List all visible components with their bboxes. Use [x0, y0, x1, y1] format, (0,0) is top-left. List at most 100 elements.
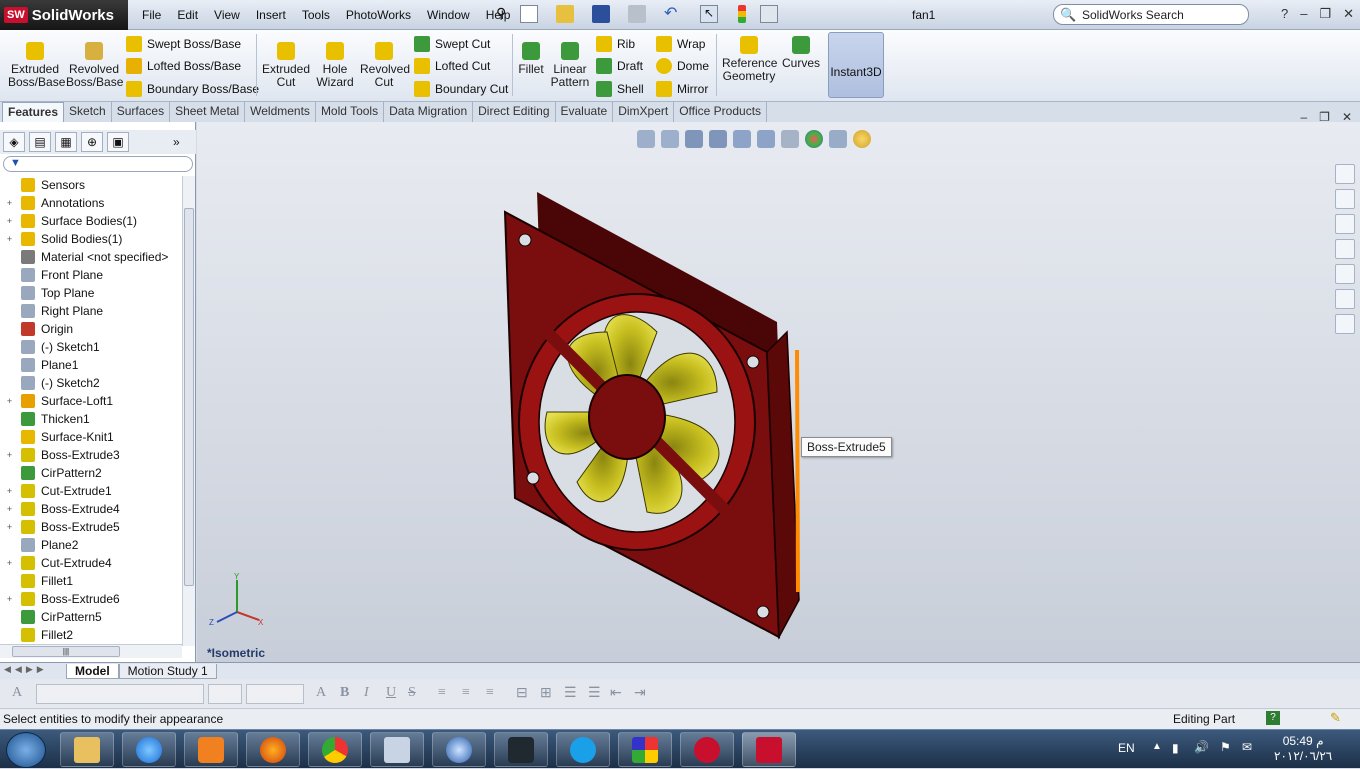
- property-manager-tab-icon[interactable]: ▤: [29, 132, 51, 152]
- quick-tips-icon[interactable]: ?: [1266, 711, 1280, 725]
- dimxpert-manager-tab-icon[interactable]: ⊕: [81, 132, 103, 152]
- tab-mold-tools[interactable]: Mold Tools: [316, 102, 385, 122]
- apply-scene-icon[interactable]: [829, 130, 847, 148]
- rebuild-status-icon[interactable]: ✎: [1330, 710, 1341, 726]
- open-folder-icon[interactable]: [556, 5, 574, 23]
- indent-icon[interactable]: ⇥: [634, 685, 646, 702]
- search-results-icon[interactable]: [1335, 239, 1355, 259]
- solidworks-logo[interactable]: SW SolidWorks: [0, 0, 128, 30]
- tab-evaluate[interactable]: Evaluate: [556, 102, 614, 122]
- tab-weldments[interactable]: Weldments: [245, 102, 316, 122]
- dome-button[interactable]: Dome: [656, 58, 709, 74]
- view-palette-icon[interactable]: [1335, 264, 1355, 284]
- tree-item[interactable]: (-) Sketch2: [0, 374, 182, 392]
- appearances-icon[interactable]: [1335, 289, 1355, 309]
- configuration-manager-tab-icon[interactable]: ▦: [55, 132, 77, 152]
- flag-icon[interactable]: ⚑: [1220, 740, 1231, 754]
- lofted-cut-button[interactable]: Lofted Cut: [414, 58, 490, 74]
- swept-cut-button[interactable]: Swept Cut: [414, 36, 490, 52]
- feature-manager-tab-icon[interactable]: ◈: [3, 132, 25, 152]
- scroll-thumb[interactable]: |||: [12, 646, 120, 657]
- revolved-cut-button[interactable]: Revolved Cut: [360, 42, 410, 89]
- solidworks-resources-icon[interactable]: [1335, 164, 1355, 184]
- tab-data-migration[interactable]: Data Migration: [384, 102, 474, 122]
- tree-item[interactable]: Fillet2: [0, 626, 182, 642]
- curves-button[interactable]: Curves: [782, 36, 820, 70]
- restore-icon[interactable]: ❐: [1319, 6, 1331, 22]
- menu-window[interactable]: Window: [419, 8, 478, 22]
- spacing-icon[interactable]: ⊟: [516, 685, 528, 702]
- extruded-boss-button[interactable]: Extruded Boss/Base: [8, 42, 65, 89]
- stack-icon[interactable]: ⊞: [540, 685, 552, 702]
- clock[interactable]: 05:49 م ٢٠١٢/٠٦/٢٦: [1274, 734, 1332, 764]
- expand-icon[interactable]: +: [4, 504, 15, 514]
- linear-pattern-button[interactable]: Linear Pattern: [548, 42, 592, 89]
- expand-icon[interactable]: +: [4, 396, 15, 406]
- new-document-icon[interactable]: [520, 5, 538, 23]
- taskbar-solidworks-launcher[interactable]: [680, 732, 734, 767]
- text-style-icon[interactable]: A: [12, 685, 22, 701]
- show-hidden-icons-icon[interactable]: ▲: [1152, 741, 1162, 752]
- volume-icon[interactable]: 🔊: [1194, 740, 1209, 754]
- expand-icon[interactable]: +: [4, 486, 15, 496]
- tree-horizontal-scrollbar[interactable]: |||: [0, 644, 182, 658]
- expand-icon[interactable]: +: [4, 522, 15, 532]
- tab-features[interactable]: Features: [2, 102, 65, 122]
- boundary-boss-button[interactable]: Boundary Boss/Base: [126, 81, 259, 97]
- doc-minimize-icon[interactable]: –: [1300, 110, 1307, 124]
- taskbar-solidworks-active[interactable]: [742, 732, 796, 767]
- expand-icon[interactable]: +: [4, 216, 15, 226]
- tab-direct-editing[interactable]: Direct Editing: [473, 102, 556, 122]
- underline-icon[interactable]: U: [386, 685, 396, 701]
- tree-item[interactable]: Front Plane: [0, 266, 182, 284]
- pin-icon[interactable]: ⚲: [496, 5, 514, 23]
- tab-sketch[interactable]: Sketch: [64, 102, 112, 122]
- tree-item[interactable]: Origin: [0, 320, 182, 338]
- tree-item[interactable]: + Boss-Extrude5: [0, 518, 182, 536]
- tree-item[interactable]: + Cut-Extrude4: [0, 554, 182, 572]
- action-center-icon[interactable]: ✉: [1242, 740, 1252, 754]
- expand-icon[interactable]: +: [4, 558, 15, 568]
- bold-icon[interactable]: B: [340, 685, 349, 701]
- font-color-icon[interactable]: A: [316, 685, 326, 701]
- tree-item[interactable]: Material <not specified>: [0, 248, 182, 266]
- tree-item[interactable]: (-) Sketch1: [0, 338, 182, 356]
- tab-sheet-metal[interactable]: Sheet Metal: [170, 102, 246, 122]
- wrap-button[interactable]: Wrap: [656, 36, 705, 52]
- taskbar-quicktime[interactable]: [432, 732, 486, 767]
- display-manager-tab-icon[interactable]: ▣: [107, 132, 129, 152]
- tree-item[interactable]: + Boss-Extrude6: [0, 590, 182, 608]
- tree-item[interactable]: Surface-Knit1: [0, 428, 182, 446]
- hide-show-items-icon[interactable]: [781, 130, 799, 148]
- shell-button[interactable]: Shell: [596, 81, 644, 97]
- taskbar-explorer[interactable]: [60, 732, 114, 767]
- view-orientation-icon[interactable]: [733, 130, 751, 148]
- taskbar-media-player[interactable]: [184, 732, 238, 767]
- tree-item[interactable]: CirPattern2: [0, 464, 182, 482]
- reference-geometry-button[interactable]: Reference Geometry: [722, 36, 777, 83]
- tree-item[interactable]: Fillet1: [0, 572, 182, 590]
- doc-close-icon[interactable]: ✕: [1342, 110, 1352, 124]
- outdent-icon[interactable]: ⇤: [610, 685, 622, 702]
- zoom-to-fit-icon[interactable]: [637, 130, 655, 148]
- zoom-area-icon[interactable]: [661, 130, 679, 148]
- tree-item[interactable]: Plane2: [0, 536, 182, 554]
- tree-item[interactable]: Top Plane: [0, 284, 182, 302]
- network-icon[interactable]: ▮: [1172, 741, 1179, 755]
- tree-item[interactable]: Plane1: [0, 356, 182, 374]
- tree-item[interactable]: Right Plane: [0, 302, 182, 320]
- menu-edit[interactable]: Edit: [169, 8, 206, 22]
- start-button[interactable]: [6, 732, 46, 768]
- tree-item[interactable]: CirPattern5: [0, 608, 182, 626]
- file-explorer-icon[interactable]: [1335, 214, 1355, 234]
- draft-button[interactable]: Draft: [596, 58, 643, 74]
- tree-filter-input[interactable]: ▼: [3, 156, 193, 172]
- taskbar-keyboard-app[interactable]: [370, 732, 424, 767]
- tab-surfaces[interactable]: Surfaces: [112, 102, 171, 122]
- section-view-icon[interactable]: [709, 130, 727, 148]
- tree-item[interactable]: + Solid Bodies(1): [0, 230, 182, 248]
- design-library-icon[interactable]: [1335, 189, 1355, 209]
- taskbar-internet-explorer[interactable]: [122, 732, 176, 767]
- revolved-boss-button[interactable]: Revolved Boss/Base: [66, 42, 123, 89]
- minimize-icon[interactable]: –: [1300, 6, 1307, 22]
